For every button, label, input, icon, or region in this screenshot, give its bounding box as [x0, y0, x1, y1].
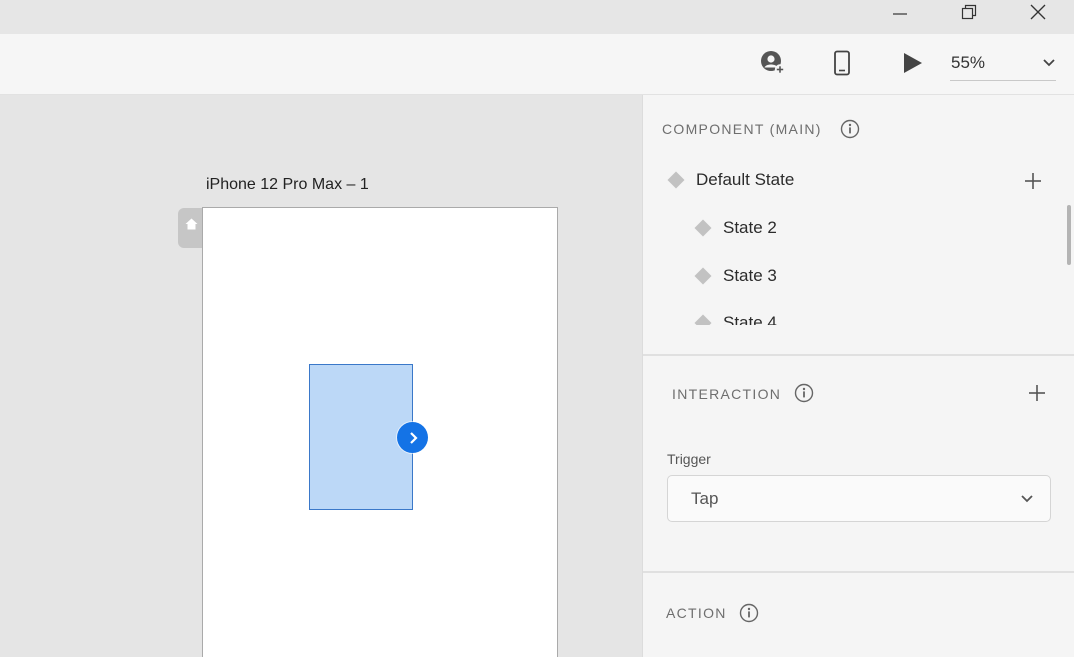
section-divider — [643, 571, 1074, 573]
artboard-title[interactable]: iPhone 12 Pro Max – 1 — [206, 176, 369, 194]
state-diamond-icon — [667, 171, 685, 189]
title-bar — [0, 0, 1074, 34]
device-preview-button[interactable] — [826, 47, 858, 79]
close-icon — [1030, 4, 1046, 20]
trigger-dropdown[interactable]: Tap — [667, 475, 1051, 522]
home-icon — [185, 218, 197, 230]
minimize-button[interactable] — [877, 0, 923, 24]
toolbar: 55% — [0, 34, 1074, 95]
state-item[interactable]: State 3 — [694, 266, 777, 286]
trigger-value: Tap — [691, 489, 719, 508]
restore-button[interactable] — [946, 0, 992, 24]
play-icon — [904, 53, 922, 73]
action-heading: ACTION — [666, 605, 727, 621]
state-label: State 4 — [723, 313, 777, 325]
zoom-dropdown[interactable]: 55% — [950, 48, 1056, 81]
info-icon[interactable] — [794, 383, 814, 403]
states-scrollbar[interactable] — [1067, 205, 1071, 265]
share-button[interactable] — [757, 47, 789, 79]
component-heading: COMPONENT (MAIN) — [662, 121, 822, 137]
play-preview-button[interactable] — [896, 47, 928, 79]
add-interaction-icon[interactable] — [1028, 384, 1046, 402]
chevron-right-icon — [409, 431, 418, 444]
chevron-down-icon — [1043, 59, 1055, 67]
state-label: Default State — [696, 170, 795, 189]
restore-icon — [961, 4, 977, 20]
design-canvas[interactable]: iPhone 12 Pro Max – 1 — [0, 95, 642, 657]
state-label: State 3 — [723, 266, 777, 285]
add-state-icon[interactable] — [1024, 172, 1042, 190]
trigger-label: Trigger — [667, 451, 711, 467]
interaction-heading: INTERACTION — [672, 386, 782, 402]
minimize-icon — [893, 13, 907, 15]
chevron-down-icon — [1021, 495, 1033, 503]
mobile-device-icon — [834, 50, 850, 76]
state-item[interactable]: Default State — [667, 170, 795, 190]
state-label: State 2 — [723, 218, 777, 237]
section-divider — [643, 354, 1074, 356]
prototype-link-handle[interactable] — [397, 422, 428, 453]
state-item[interactable]: State 2 — [694, 218, 777, 238]
info-icon[interactable] — [840, 119, 860, 139]
info-icon[interactable] — [739, 603, 759, 623]
home-artboard-marker[interactable] — [178, 208, 204, 248]
user-add-icon — [761, 51, 786, 75]
state-item[interactable]: State 4 — [694, 313, 777, 325]
state-diamond-icon — [694, 314, 712, 325]
property-inspector: COMPONENT (MAIN) Default State State 2 S… — [642, 95, 1074, 657]
state-diamond-icon — [694, 267, 712, 285]
state-diamond-icon — [694, 219, 712, 237]
zoom-value: 55% — [951, 53, 986, 72]
states-list: Default State State 2 State 3 State 4 — [643, 157, 1063, 325]
close-button[interactable] — [1015, 0, 1061, 24]
